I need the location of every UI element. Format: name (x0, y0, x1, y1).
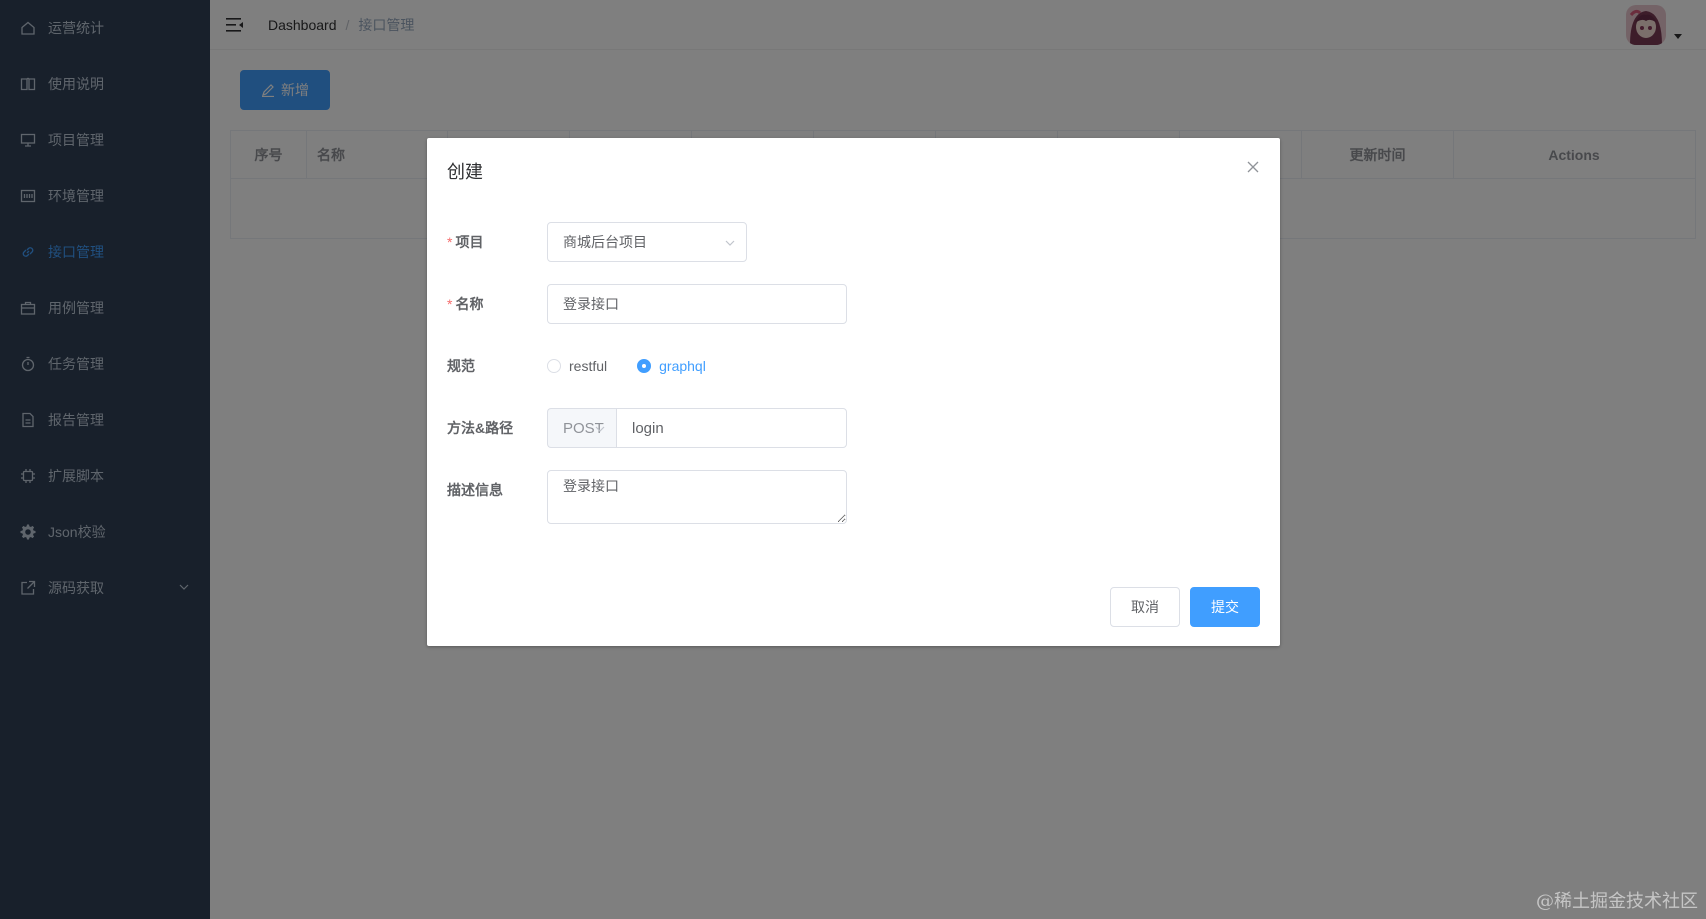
project-select[interactable]: 商城后台项目 (547, 222, 747, 262)
watermark: @稀土掘金技术社区 (1536, 891, 1698, 912)
form-row-name: * 名称 (447, 284, 847, 324)
chevron-down-icon (725, 240, 735, 246)
close-icon[interactable] (1246, 160, 1260, 174)
required-mark: * (447, 234, 453, 250)
name-label: * 名称 (447, 294, 547, 314)
project-label: * 项目 (447, 232, 547, 252)
radio-dot[interactable] (637, 359, 652, 373)
chevron-down-icon (595, 426, 605, 432)
form-row-method-path: 方法&路径 POST (447, 408, 847, 448)
form-row-project: * 项目 商城后台项目 (447, 222, 747, 262)
description-label: 描述信息 (447, 482, 503, 498)
dialog-title: 创建 (447, 162, 483, 182)
radio-graphql-label: graphql (659, 358, 706, 374)
submit-button[interactable]: 提交 (1190, 587, 1260, 627)
project-label-text: 项目 (455, 234, 484, 250)
method-path-group: POST (547, 408, 847, 448)
form-row-spec: 规范 restful graphql (447, 346, 736, 386)
required-mark: * (447, 296, 453, 312)
radio-graphql[interactable]: graphql (637, 358, 706, 374)
description-textarea[interactable]: 登录接口 (547, 470, 847, 524)
project-select-value: 商城后台项目 (563, 234, 647, 250)
radio-dot[interactable] (547, 359, 561, 373)
cancel-button[interactable]: 取消 (1110, 587, 1180, 627)
name-input[interactable] (547, 284, 847, 324)
create-dialog: 创建 *项目 商城后台项目 *名称 规范 restful graphql 方法&… (427, 138, 1280, 646)
spec-label: 规范 (447, 358, 475, 374)
method-select[interactable]: POST (547, 408, 616, 448)
method-path-label: 方法&路径 (447, 420, 514, 436)
radio-restful[interactable]: restful (547, 358, 607, 374)
radio-restful-label: restful (569, 358, 608, 374)
path-input[interactable] (616, 408, 847, 448)
name-label-text: 名称 (455, 296, 484, 312)
form-row-description: 描述信息 登录接口 (447, 470, 847, 524)
